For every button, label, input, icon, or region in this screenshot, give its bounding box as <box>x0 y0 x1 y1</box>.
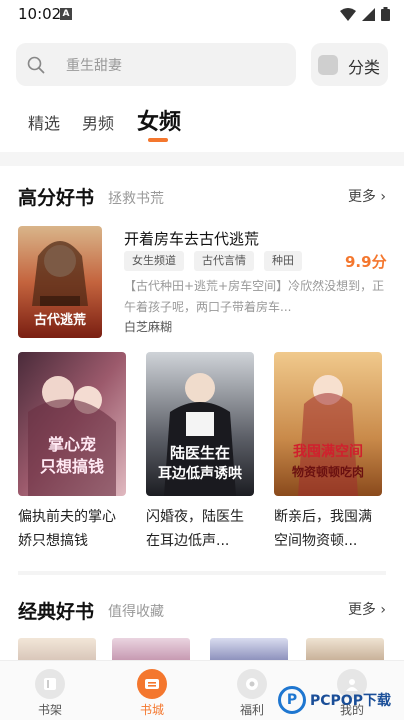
book-title-3[interactable]: 断亲后，我囤满空间物资顿... <box>274 505 380 553</box>
book-cover-1[interactable]: 掌心宠 只想搞钱 <box>18 352 126 496</box>
status-time: 10:02 <box>18 5 62 23</box>
battery-icon <box>381 7 390 21</box>
svg-text:耳边低声诱哄: 耳边低声诱哄 <box>158 465 242 482</box>
nav-welfare[interactable]: 福利 <box>222 669 282 718</box>
search-placeholder: 重生甜妻 <box>66 58 122 74</box>
featured-score: 9.9分 <box>345 253 387 271</box>
tab-active-indicator <box>148 138 168 142</box>
section-title-classic: 经典好书 <box>18 601 95 623</box>
book-cover-3[interactable]: 我囤满空间 物资顿顿吃肉 <box>274 352 382 496</box>
watermark-icon: P <box>278 686 306 714</box>
featured-cover-title: 古代逃荒 <box>34 312 86 328</box>
section-title-high-score: 高分好书 <box>18 187 95 209</box>
section-divider-2 <box>18 571 386 575</box>
nav-bookshelf[interactable]: 书架 <box>20 669 80 718</box>
more-link-high-score[interactable]: 更多 › <box>348 186 386 206</box>
section-subtitle-classic: 值得收藏 <box>108 604 164 620</box>
nav-bookshelf-label: 书架 <box>37 703 62 717</box>
nav-welfare-label: 福利 <box>239 703 264 717</box>
book-title-1[interactable]: 偏执前夫的掌心娇只想搞钱 <box>18 505 124 553</box>
classic-book-cover-2[interactable] <box>112 638 190 660</box>
classic-book-cover-1[interactable] <box>18 638 96 660</box>
search-box[interactable]: 重生甜妻 <box>16 43 296 86</box>
book-cover-2[interactable]: 陆医生在 耳边低声诱哄 <box>146 352 254 496</box>
wifi-icon <box>340 7 356 21</box>
status-icons <box>340 7 390 21</box>
featured-book-cover[interactable]: 古代逃荒 <box>18 226 102 338</box>
section-subtitle-high-score: 拯救书荒 <box>108 191 164 207</box>
svg-text:我囤满空间: 我囤满空间 <box>293 443 363 460</box>
section-divider <box>0 152 404 166</box>
welfare-icon <box>237 669 267 699</box>
tab-female[interactable]: 女频 <box>137 104 181 136</box>
svg-text:掌心宠: 掌心宠 <box>48 435 96 454</box>
status-bar: 10:02 A <box>0 0 404 28</box>
tab-featured[interactable]: 精选 <box>28 110 60 134</box>
featured-description: 【古代种田+逃荒+房车空间】冷欣然没想到，正午着孩子呢，两口子带着房车... <box>124 279 385 314</box>
svg-text:物资顿顿吃肉: 物资顿顿吃肉 <box>292 464 364 479</box>
tab-male[interactable]: 男频 <box>82 110 114 134</box>
more-link-classic[interactable]: 更多 › <box>348 599 386 619</box>
watermark-logo: P PCPOP下载 <box>278 682 391 718</box>
notification-icon: A <box>60 8 72 20</box>
featured-author: 白芝麻糊 <box>124 320 173 334</box>
nav-bookstore[interactable]: 书城 <box>122 669 182 718</box>
nav-bookstore-label: 书城 <box>139 703 164 717</box>
svg-text:陆医生在: 陆医生在 <box>170 444 230 462</box>
classic-book-cover-3[interactable] <box>210 638 288 660</box>
search-icon <box>27 56 45 74</box>
book-title-2[interactable]: 闪婚夜，陆医生在耳边低声... <box>146 505 252 553</box>
featured-tag-1: 女生频道 <box>124 251 184 271</box>
watermark-text: PCPOP下载 <box>310 693 391 709</box>
bookshelf-icon <box>35 669 65 699</box>
category-icon <box>318 55 338 75</box>
bookstore-icon <box>137 669 167 699</box>
featured-book-title[interactable]: 开着房车去古代逃荒 <box>124 228 259 249</box>
category-button[interactable]: 分类 <box>311 43 388 86</box>
svg-text:只想搞钱: 只想搞钱 <box>40 457 104 476</box>
category-label: 分类 <box>348 58 381 77</box>
featured-tag-3: 种田 <box>264 251 302 271</box>
featured-tag-2: 古代言情 <box>194 251 254 271</box>
classic-book-cover-4[interactable] <box>306 638 384 660</box>
signal-icon <box>362 7 375 21</box>
